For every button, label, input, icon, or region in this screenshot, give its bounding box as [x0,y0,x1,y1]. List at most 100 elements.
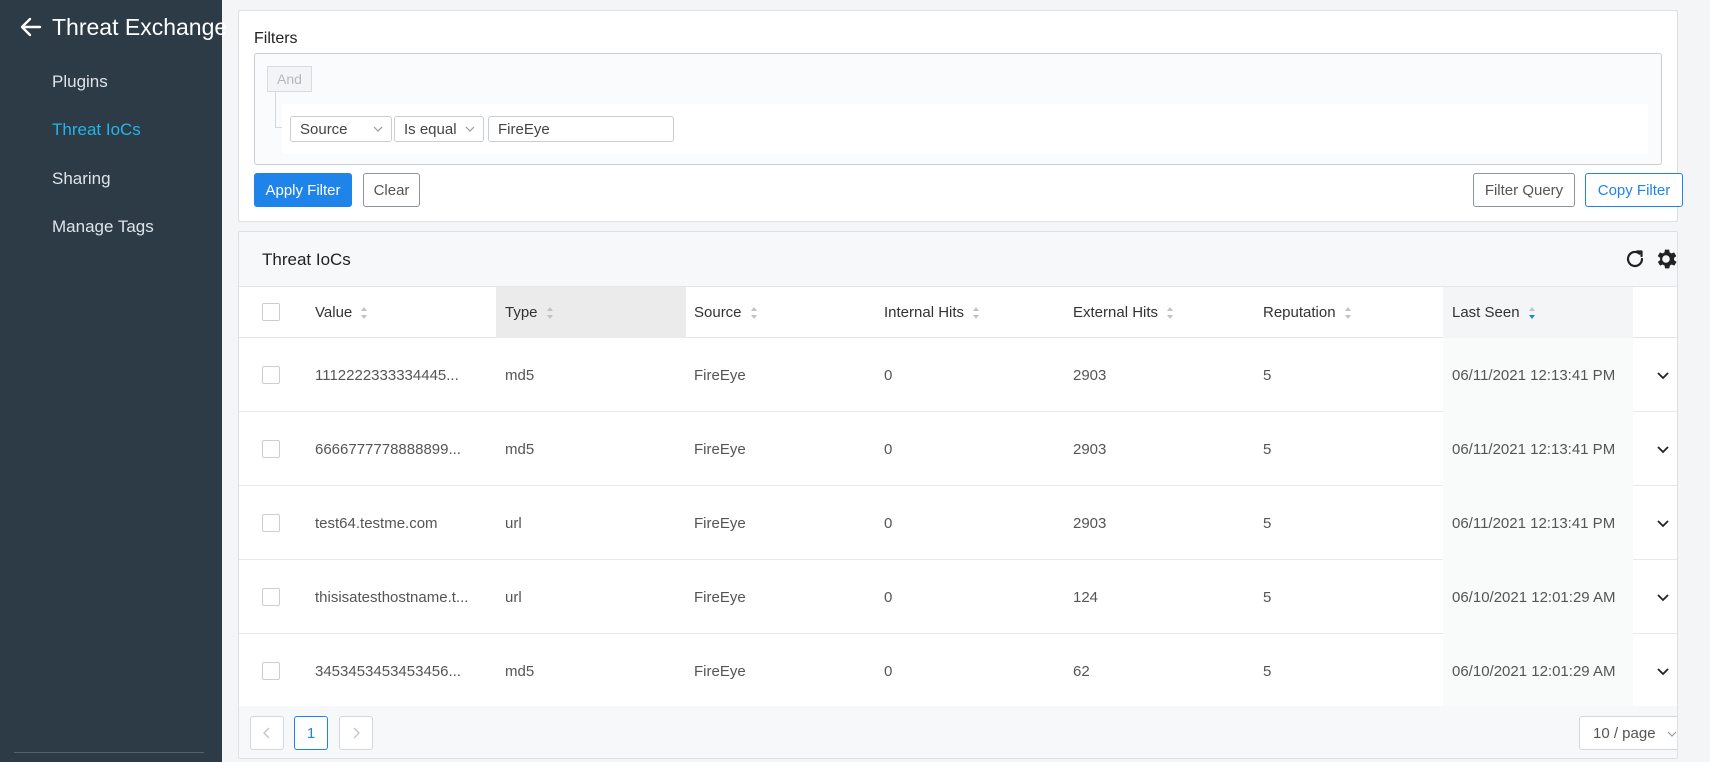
column-header-type[interactable]: Type [505,287,554,338]
field-select[interactable]: Source [290,116,392,142]
column-header-last-seen[interactable]: Last Seen [1452,287,1536,338]
column-header-label: Internal Hits [884,304,965,321]
column-header-label: External Hits [1073,304,1159,321]
refresh-icon[interactable] [1623,247,1647,271]
cell-type: url [505,588,522,606]
cell-value: test64.testme.com [315,514,438,532]
column-header-internal-hits[interactable]: Internal Hits [884,287,980,338]
chevron-down-icon [1667,731,1677,737]
page-size-value: 10 / page [1593,724,1656,742]
sidebar-item-threat-iocs[interactable]: Threat IoCs [52,120,141,140]
column-header-label: Source [694,304,742,321]
chevron-down-icon[interactable] [1656,442,1670,456]
page-size-select[interactable]: 10 / page [1579,716,1677,750]
table-row[interactable]: test64.testme.com url FireEye 0 2903 5 0… [239,486,1677,560]
row-checkbox[interactable] [262,366,280,384]
pagination: 1 10 / page [239,706,1677,758]
cell-reputation: 5 [1263,440,1272,458]
column-header-label: Last Seen [1452,304,1520,321]
sort-icon [546,306,553,319]
cell-source: FireEye [694,440,746,458]
chevron-left-icon [263,727,270,739]
table-row[interactable]: 1112222333334445... md5 FireEye 0 2903 5… [239,338,1677,412]
row-checkbox[interactable] [262,662,280,680]
copy-filter-button[interactable]: Copy Filter [1585,173,1683,207]
cell-internal-hits: 0 [884,440,893,458]
column-header-label: Type [505,304,538,321]
cell-external-hits: 124 [1073,588,1099,606]
panel-header: Threat IoCs [239,232,1677,287]
chevron-down-icon[interactable] [1656,516,1670,530]
cell-last-seen: 06/11/2021 12:13:41 PM [1452,514,1616,532]
cell-value: thisisatesthostname.t... [315,588,469,606]
column-header-external-hits[interactable]: External Hits [1073,287,1174,338]
cell-type: md5 [505,440,535,458]
cell-type: md5 [505,366,535,384]
cell-external-hits: 2903 [1073,366,1107,384]
cell-external-hits: 2903 [1073,440,1107,458]
filter-value-input[interactable]: FireEye [488,116,674,142]
cell-type: md5 [505,662,535,680]
cell-internal-hits: 0 [884,366,893,384]
sort-icon [361,306,368,319]
cell-value: 1112222333334445... [315,366,459,384]
cell-value: 6666777778888899... [315,440,461,458]
cell-internal-hits: 0 [884,588,893,606]
sidebar-divider [14,752,204,753]
clear-button[interactable]: Clear [363,173,420,207]
select-all-checkbox[interactable] [262,303,280,321]
column-header-source[interactable]: Source [694,287,758,338]
gear-icon[interactable] [1653,246,1678,272]
prev-page-button[interactable] [250,716,284,750]
cell-value: 3453453453453456... [315,662,461,680]
field-select-value: Source [300,120,348,138]
table-row[interactable]: 3453453453453456... md5 FireEye 0 62 5 0… [239,634,1677,708]
column-header-value[interactable]: Value [315,287,368,338]
cell-last-seen: 06/10/2021 12:01:29 AM [1452,662,1616,680]
chevron-down-icon[interactable] [1656,590,1670,604]
column-header-reputation[interactable]: Reputation [1263,287,1352,338]
threat-iocs-panel: Threat IoCs Value Type Source Internal H… [238,231,1678,759]
cell-internal-hits: 0 [884,514,893,532]
comparator-select-value: Is equal [404,120,457,138]
app-title: Threat Exchange [52,13,228,40]
cell-last-seen: 06/11/2021 12:13:41 PM [1452,366,1616,384]
cell-last-seen: 06/11/2021 12:13:41 PM [1452,440,1616,458]
sidebar-header: Threat Exchange [18,12,227,42]
chevron-down-icon[interactable] [1656,664,1670,678]
filters-panel: Filters And Source Is equal FireEye Appl… [238,10,1683,222]
sidebar: Threat Exchange Plugins Threat IoCs Shar… [0,0,227,762]
cell-reputation: 5 [1263,366,1272,384]
sidebar-item-plugins[interactable]: Plugins [52,72,108,92]
sort-icon [1344,306,1351,319]
sidebar-item-sharing[interactable]: Sharing [52,169,111,189]
filters-label: Filters [254,30,298,47]
table-header: Value Type Source Internal Hits External… [239,287,1677,338]
cell-source: FireEye [694,662,746,680]
back-arrow-icon[interactable] [18,12,44,42]
panel-title: Threat IoCs [262,250,351,269]
filter-query-button[interactable]: Filter Query [1473,173,1575,207]
page-number-button[interactable]: 1 [294,716,328,750]
cell-last-seen: 06/10/2021 12:01:29 AM [1452,588,1616,606]
cell-type: url [505,514,522,532]
cell-source: FireEye [694,514,746,532]
table-row[interactable]: 6666777778888899... md5 FireEye 0 2903 5… [239,412,1677,486]
row-checkbox[interactable] [262,440,280,458]
cell-external-hits: 2903 [1073,514,1107,532]
apply-filter-button[interactable]: Apply Filter [254,173,352,207]
chevron-down-icon[interactable] [1656,368,1670,382]
and-operator-button[interactable]: And [267,66,312,92]
table-row[interactable]: thisisatesthostname.t... url FireEye 0 1… [239,560,1677,634]
cell-reputation: 5 [1263,514,1272,532]
cell-external-hits: 62 [1073,662,1090,680]
row-checkbox[interactable] [262,514,280,532]
next-page-button[interactable] [339,716,373,750]
comparator-select[interactable]: Is equal [394,116,484,142]
sort-icon [1167,306,1174,319]
row-checkbox[interactable] [262,588,280,606]
sidebar-item-manage-tags[interactable]: Manage Tags [52,217,154,237]
cell-reputation: 5 [1263,588,1272,606]
cell-source: FireEye [694,588,746,606]
chevron-down-icon [373,126,383,132]
